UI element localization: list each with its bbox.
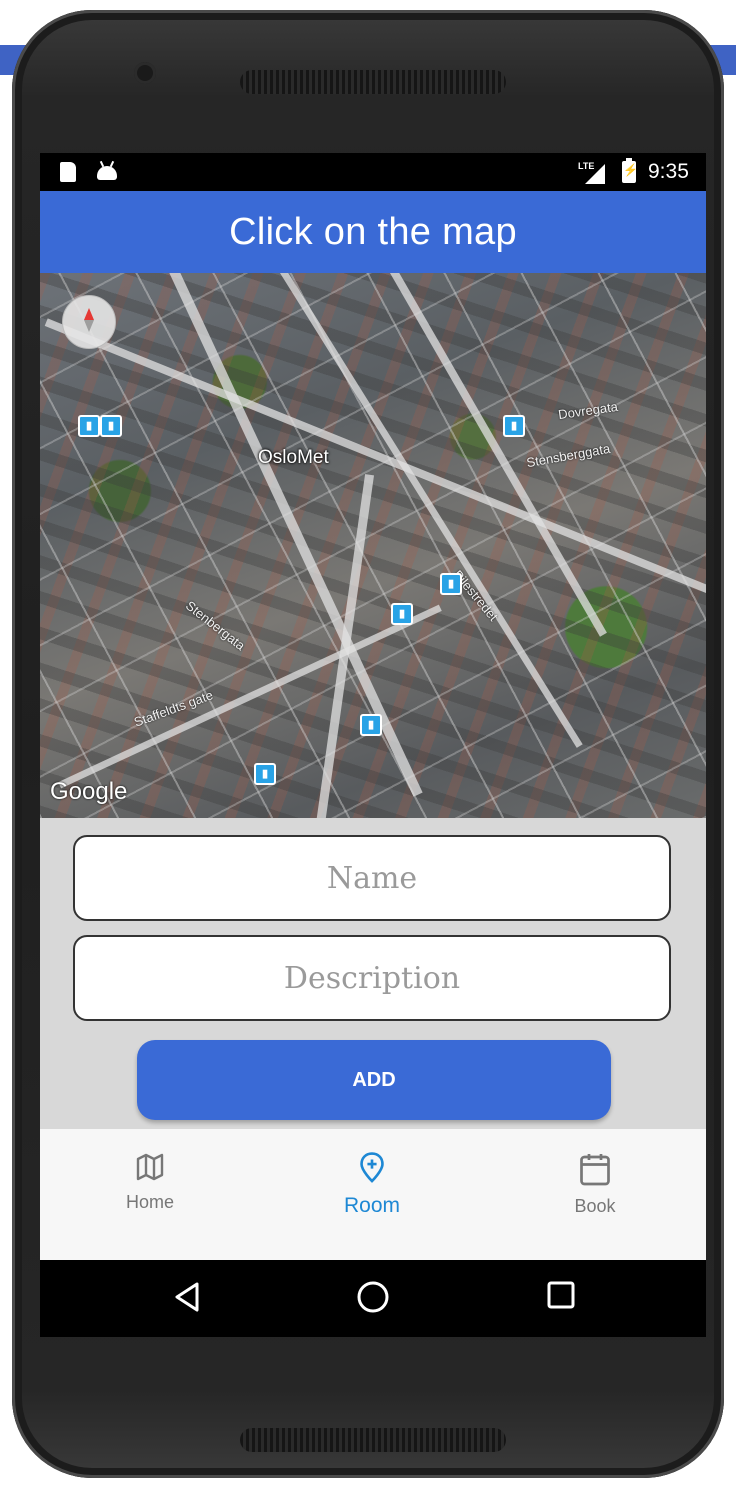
compass-needle-south: [84, 320, 94, 332]
train-station-icon[interactable]: ▮: [391, 603, 413, 625]
signal-icon: [585, 164, 605, 184]
place-label[interactable]: OsloMet: [258, 447, 329, 469]
street-label: Stenbergata: [182, 597, 248, 654]
description-input[interactable]: [73, 935, 671, 1021]
name-input[interactable]: [73, 835, 671, 921]
back-triangle-icon[interactable]: [173, 1280, 201, 1314]
bus-stop-icon[interactable]: ▮: [254, 763, 276, 785]
satellite-map[interactable]: OsloMet Dovregata Stensberggata Pilestre…: [40, 273, 706, 818]
bottom-navigation: Home Room Book: [40, 1129, 706, 1260]
train-station-icon[interactable]: ▮: [78, 415, 100, 437]
nav-tab-label: Home: [125, 1192, 174, 1212]
map-road: [44, 318, 706, 596]
page-title: Click on the map: [229, 210, 517, 253]
train-station-icon[interactable]: ▮: [503, 415, 525, 437]
top-speaker-grille: [240, 70, 506, 94]
add-button[interactable]: ADD: [137, 1040, 611, 1120]
map-road: [58, 604, 442, 789]
compass-icon[interactable]: [62, 295, 116, 349]
nav-tab-home[interactable]: Home: [75, 1151, 225, 1213]
google-logo: Google: [50, 778, 128, 805]
map-pin-plus-icon: [360, 1152, 384, 1183]
street-label: Stensberggata: [525, 440, 612, 471]
app-bar: Click on the map: [40, 191, 706, 273]
sim-card-icon: [60, 162, 76, 182]
recents-square-icon[interactable]: [546, 1280, 576, 1310]
android-debug-icon: [97, 166, 117, 180]
nav-tab-label: Book: [574, 1196, 616, 1216]
bus-stop-icon[interactable]: ▮: [100, 415, 122, 437]
nav-tab-room[interactable]: Room: [297, 1151, 447, 1218]
nav-tab-label: Room: [343, 1194, 401, 1217]
bus-stop-icon[interactable]: ▮: [440, 573, 462, 595]
train-station-icon[interactable]: ▮: [360, 714, 382, 736]
front-camera: [134, 62, 156, 84]
calendar-icon: [580, 1154, 610, 1186]
map-icon: [136, 1153, 164, 1181]
battery-charging-icon: [622, 158, 638, 183]
system-navigation-bar: [40, 1260, 706, 1337]
bottom-speaker-grille: [240, 1428, 506, 1452]
street-label: Staffeldts gate: [131, 687, 215, 730]
device-screen: LTE 9:35 Click on the map OsloMet Dovreg…: [40, 153, 706, 1337]
home-circle-icon[interactable]: [356, 1280, 390, 1314]
street-label: Dovregata: [557, 398, 619, 423]
status-bar: LTE 9:35: [40, 153, 706, 191]
compass-needle-north: [84, 308, 94, 320]
nav-tab-book[interactable]: Book: [520, 1151, 670, 1217]
status-clock: 9:35: [648, 160, 689, 183]
